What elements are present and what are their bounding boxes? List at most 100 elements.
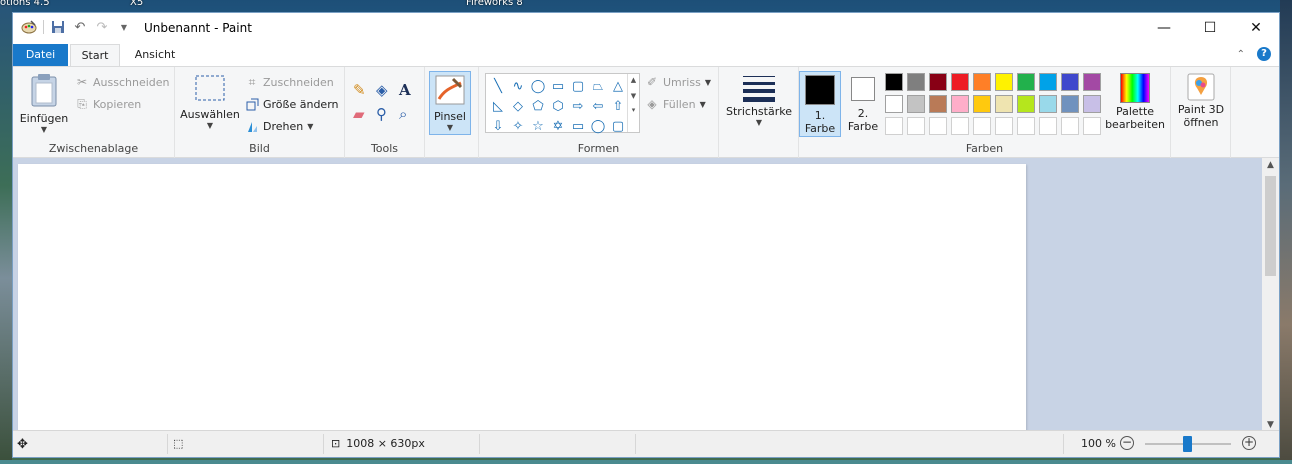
shape-item[interactable]: ▢ bbox=[608, 116, 628, 136]
palette-color-swatch[interactable] bbox=[1017, 95, 1035, 113]
zoom-in-button[interactable]: + bbox=[1242, 436, 1256, 450]
palette-custom-swatch[interactable] bbox=[907, 117, 925, 135]
palette-color-swatch[interactable] bbox=[907, 95, 925, 113]
magnifier-icon[interactable]: ⌕ bbox=[399, 105, 422, 129]
palette-custom-swatch[interactable] bbox=[1083, 117, 1101, 135]
tab-home[interactable]: Start bbox=[70, 44, 120, 66]
group-paint3d: Paint 3D öffnen bbox=[1171, 67, 1231, 158]
save-icon[interactable] bbox=[50, 19, 66, 35]
shape-item[interactable]: ☆ bbox=[528, 116, 548, 136]
color2-button[interactable]: 2. Farbe bbox=[843, 71, 883, 133]
palette-custom-swatch[interactable] bbox=[995, 117, 1013, 135]
shape-item[interactable]: △ bbox=[608, 76, 628, 96]
palette-color-swatch[interactable] bbox=[1061, 73, 1079, 91]
palette-color-swatch[interactable] bbox=[951, 95, 969, 113]
palette-color-swatch[interactable] bbox=[1017, 73, 1035, 91]
shape-item[interactable]: ⬠ bbox=[528, 96, 548, 116]
shape-item[interactable]: ⇨ bbox=[568, 96, 588, 116]
desktop-icon-label[interactable]: Fireworks 8 bbox=[466, 0, 523, 8]
tab-file[interactable]: Datei bbox=[13, 44, 68, 66]
brushes-button[interactable]: Pinsel ▼ bbox=[429, 71, 471, 135]
scroll-up-icon[interactable]: ▲ bbox=[1262, 160, 1279, 170]
palette-color-swatch[interactable] bbox=[1083, 73, 1101, 91]
shape-item[interactable]: ◺ bbox=[488, 96, 508, 116]
palette-custom-swatch[interactable] bbox=[951, 117, 969, 135]
resize-button[interactable]: Größe ändern bbox=[245, 97, 339, 111]
palette-color-swatch[interactable] bbox=[995, 95, 1013, 113]
shape-item[interactable]: ⇩ bbox=[488, 116, 508, 136]
shapes-gallery-scroll[interactable]: ▲ ▼ ▾ bbox=[627, 74, 639, 132]
palette-custom-swatch[interactable] bbox=[1017, 117, 1035, 135]
shape-item[interactable]: ▢ bbox=[568, 76, 588, 96]
shape-item[interactable]: ⇦ bbox=[588, 96, 608, 116]
undo-icon[interactable]: ↶ bbox=[72, 19, 88, 35]
fill-bucket-icon[interactable]: ◈ bbox=[376, 81, 399, 105]
fill-button[interactable]: ◈ Füllen ▼ bbox=[645, 97, 705, 111]
outline-button[interactable]: ✐ Umriss ▼ bbox=[645, 75, 711, 89]
tab-view[interactable]: Ansicht bbox=[125, 44, 185, 66]
shape-item[interactable]: ◯ bbox=[588, 116, 608, 136]
scrollbar-thumb[interactable] bbox=[1265, 176, 1276, 276]
drawing-canvas[interactable] bbox=[18, 164, 1026, 432]
chevron-down-icon: ▼ bbox=[40, 125, 48, 134]
color1-button[interactable]: 1. Farbe bbox=[799, 71, 841, 137]
desktop-icon-label[interactable]: otions 4.5 bbox=[0, 0, 60, 8]
palette-custom-swatch[interactable] bbox=[1039, 117, 1057, 135]
crop-button[interactable]: ⌗ Zuschneiden bbox=[245, 75, 334, 89]
color-picker-icon[interactable]: ⚲ bbox=[376, 105, 399, 129]
cut-button[interactable]: ✂ Ausschneiden bbox=[75, 75, 170, 89]
palette-color-swatch[interactable] bbox=[995, 73, 1013, 91]
paste-button[interactable]: Einfügen ▼ bbox=[19, 73, 69, 134]
rotate-button[interactable]: Drehen ▼ bbox=[245, 119, 313, 133]
palette-color-swatch[interactable] bbox=[973, 73, 991, 91]
palette-color-swatch[interactable] bbox=[973, 95, 991, 113]
help-icon[interactable]: ? bbox=[1257, 47, 1271, 61]
select-button[interactable]: Auswählen ▼ bbox=[179, 73, 241, 130]
scroll-down-icon[interactable]: ▼ bbox=[1262, 420, 1279, 430]
shape-item[interactable]: ╲ bbox=[488, 76, 508, 96]
shape-item[interactable]: ⇧ bbox=[608, 96, 628, 116]
palette-color-swatch[interactable] bbox=[1061, 95, 1079, 113]
shape-item[interactable]: ✡ bbox=[548, 116, 568, 136]
palette-custom-swatch[interactable] bbox=[929, 117, 947, 135]
palette-color-swatch[interactable] bbox=[885, 95, 903, 113]
pencil-icon[interactable]: ✎ bbox=[353, 81, 376, 105]
maximize-button[interactable]: ☐ bbox=[1187, 13, 1233, 43]
close-button[interactable]: ✕ bbox=[1233, 13, 1279, 43]
palette-color-swatch[interactable] bbox=[1083, 95, 1101, 113]
copy-button[interactable]: ⎘ Kopieren bbox=[75, 97, 141, 111]
shape-item[interactable]: ◇ bbox=[508, 96, 528, 116]
eraser-icon[interactable]: ▰ bbox=[353, 105, 376, 129]
shape-item[interactable]: ▭ bbox=[568, 116, 588, 136]
palette-color-swatch[interactable] bbox=[929, 73, 947, 91]
palette-color-swatch[interactable] bbox=[929, 95, 947, 113]
customize-qat-chevron-down-icon[interactable]: ▼ bbox=[116, 19, 132, 35]
shape-item[interactable]: ⏢ bbox=[588, 76, 608, 96]
edit-colors-button[interactable]: Palette bearbeiten bbox=[1103, 73, 1167, 131]
minimize-button[interactable]: — bbox=[1141, 13, 1187, 43]
shape-item[interactable]: ▭ bbox=[548, 76, 568, 96]
zoom-slider-thumb[interactable] bbox=[1183, 436, 1192, 452]
open-paint3d-button[interactable]: Paint 3D öffnen bbox=[1173, 73, 1229, 129]
minimize-ribbon-chevron-up-icon[interactable]: ⌃ bbox=[1237, 49, 1245, 60]
zoom-out-button[interactable]: − bbox=[1120, 436, 1134, 450]
palette-custom-swatch[interactable] bbox=[885, 117, 903, 135]
size-button[interactable]: Strichstärke ▼ bbox=[723, 73, 795, 127]
redo-icon[interactable]: ↷ bbox=[94, 19, 110, 35]
shape-item[interactable]: ✧ bbox=[508, 116, 528, 136]
shapes-gallery[interactable]: ╲ ∿ ◯ ▭ ▢ ⏢ △ ◺ ◇ ⬠ ⬡ ⇨ ⇦ ⇧ ⇩ ✧ ☆ ✡ ▭ ◯ ▢ ▲ ▼ ▾ bbox=[485, 73, 640, 136]
vertical-scrollbar[interactable]: ▲ ▼ bbox=[1262, 158, 1279, 432]
shape-item[interactable]: ∿ bbox=[508, 76, 528, 96]
palette-color-swatch[interactable] bbox=[885, 73, 903, 91]
shape-item[interactable]: ◯ bbox=[528, 76, 548, 96]
palette-color-swatch[interactable] bbox=[1039, 73, 1057, 91]
palette-color-swatch[interactable] bbox=[951, 73, 969, 91]
text-tool-icon[interactable]: A bbox=[399, 81, 422, 105]
shape-item[interactable]: ⬡ bbox=[548, 96, 568, 116]
paint-app-icon[interactable] bbox=[21, 19, 37, 35]
palette-custom-swatch[interactable] bbox=[1061, 117, 1079, 135]
palette-color-swatch[interactable] bbox=[907, 73, 925, 91]
palette-custom-swatch[interactable] bbox=[973, 117, 991, 135]
desktop-icon-label[interactable]: X5 bbox=[130, 0, 143, 8]
palette-color-swatch[interactable] bbox=[1039, 95, 1057, 113]
